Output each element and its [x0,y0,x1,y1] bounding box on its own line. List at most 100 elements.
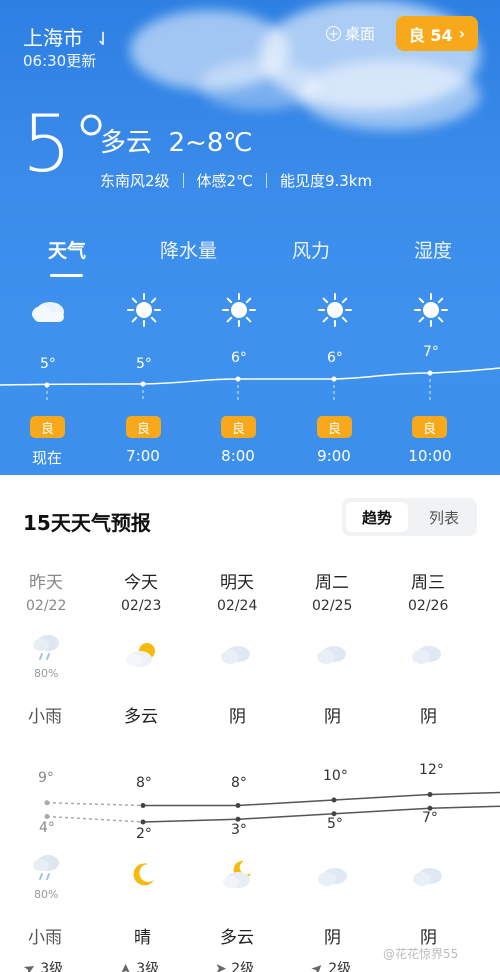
visibility-text: 能见度9.3km [279,172,373,190]
sun-icon [414,293,448,327]
view-toggle: 趋势 列表 [342,498,477,536]
low-temp-point [44,814,50,819]
hourly-time: 8:00 [221,447,255,465]
background-cloud [300,60,480,130]
high-temp-point [331,797,337,803]
low-temp-point [140,819,146,825]
tab-precipitation[interactable]: 降水量 [160,236,217,263]
hourly-aqi-chip: 良 [221,416,256,438]
tab-humidity[interactable]: 湿度 [414,236,452,263]
wind-level: ➤ 3级 [20,958,63,972]
hourly-aqi-chip: 良 [30,416,65,438]
day-condition: 小雨 [28,707,62,727]
day-name: 周三 [411,573,445,593]
high-temp-point [44,800,50,806]
update-time: 06:30更新 [23,52,97,70]
low-temp: 7° [422,810,438,826]
hourly-aqi-chip: 良 [412,416,447,438]
day-name: 周二 [315,573,349,593]
precip-percent: 80% [34,888,59,901]
day-name: 昨天 [29,573,63,593]
cloud-icon [318,868,347,886]
city-selector[interactable]: 上海市 ⇃ [23,22,110,51]
cloudy-icon [32,302,64,322]
moon-icon [133,863,154,886]
sun-icon [222,293,256,327]
plus-circle-icon: + [326,26,341,41]
current-temperature: 5° [22,100,111,190]
night-condition: 小雨 [28,928,62,948]
hourly-temp: 5° [40,356,56,372]
hourly-aqi-chip: 良 [126,416,161,438]
high-temp-point [235,803,241,808]
feels-like-text: 体感2℃ [196,172,253,190]
day-condition: 多云 [124,707,158,727]
toggle-list[interactable]: 列表 [414,498,474,536]
tab-wind[interactable]: 风力 [292,236,330,263]
day-condition: 阴 [420,707,437,727]
high-temp-point [427,792,433,797]
hourly-temp: 5° [136,356,152,372]
background-cloud [200,60,320,110]
current-condition: 多云 2~8℃ [100,128,253,158]
low-temp: 5° [327,816,343,832]
low-temp: 2° [136,826,152,842]
hourly-temp: 6° [327,350,343,366]
wind-level: ➤ 3级 [117,958,160,972]
hourly-temp: 7° [423,344,439,360]
location-icon: ⇃ [95,29,111,50]
cloud-icon [221,646,250,664]
aqi-badge[interactable]: 良 54 › [396,16,478,51]
hourly-time: 9:00 [317,447,351,465]
wind-level-text: 2级 [231,961,255,972]
wind-level: ➤ 2级 [215,958,254,972]
aqi-value: 良 54 [408,25,453,45]
rain-icon [33,635,59,660]
chevron-right-icon: › [458,24,466,43]
divider [265,173,267,188]
desktop-label: 桌面 [345,25,376,43]
day-date: 02/24 [217,598,258,614]
sun-icon [127,293,161,327]
tab-underline [50,274,83,277]
city-name: 上海市 [23,26,83,50]
rain-icon [33,855,59,880]
cloud-icon [412,646,441,664]
hourly-aqi-chip: 良 [317,416,352,438]
low-temp-past-segment [46,815,144,823]
day-date: 02/25 [312,598,353,614]
moon-cloud-icon [223,860,251,888]
day-name: 明天 [220,573,254,593]
wind-arrow-icon: ➤ [117,963,134,972]
cloud-icon [317,646,346,664]
low-temp-line [142,805,500,823]
wind-level-text: 3级 [136,961,160,972]
watermark: @花花惊界55 [383,947,459,961]
day-date: 02/22 [26,598,67,614]
wind-text: 东南风2级 [100,172,170,190]
high-temp-line [143,791,500,807]
night-condition: 晴 [134,928,151,948]
add-to-desktop-button[interactable]: + 桌面 [326,23,375,44]
day-name: 今天 [124,573,158,593]
toggle-trend[interactable]: 趋势 [346,502,408,532]
hourly-time: 现在 [31,449,62,467]
wind-arrow-icon: ➤ [215,961,227,972]
hourly-temp: 6° [231,350,247,366]
high-temp-past-segment [46,802,144,807]
wind-arrow-icon: ➤ [20,959,39,972]
tab-weather[interactable]: 天气 [48,236,86,263]
low-temp: 3° [231,822,247,838]
current-details: 东南风2级 体感2℃ 能见度9.3km [100,170,372,191]
high-temp: 9° [38,770,54,786]
day-date: 02/23 [121,598,162,614]
divider [182,173,184,188]
high-temp: 12° [419,762,444,778]
day-date: 02/26 [408,598,449,614]
high-temp: 8° [231,775,247,791]
forecast-title: 15天天气预报 [23,511,151,535]
hourly-time: 10:00 [408,447,452,465]
night-condition: 阴 [324,928,341,948]
precip-percent: 80% [34,667,59,680]
cloud-icon [413,868,442,886]
